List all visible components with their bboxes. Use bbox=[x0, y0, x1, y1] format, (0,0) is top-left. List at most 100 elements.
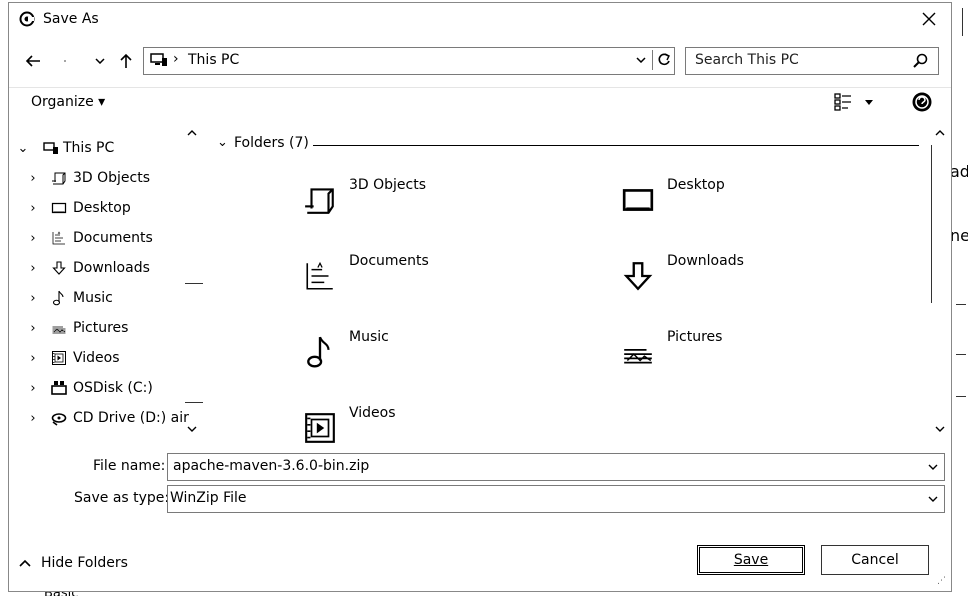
breadcrumb-separator-icon: › bbox=[173, 51, 179, 67]
chevron-right-icon[interactable]: › bbox=[25, 291, 41, 306]
change-view-button[interactable] bbox=[831, 91, 855, 113]
tree-item[interactable]: › Downloads bbox=[25, 253, 150, 283]
chevron-up-icon bbox=[187, 130, 197, 136]
tree-item-this-pc[interactable]: ⌄ This PC bbox=[15, 133, 115, 163]
chevron-down-icon bbox=[935, 426, 945, 432]
background-divider bbox=[956, 354, 966, 355]
view-options-dropdown[interactable] bbox=[861, 91, 877, 113]
file-name-input[interactable]: apache-maven-3.6.0-bin.zip bbox=[173, 458, 369, 474]
chevron-right-icon[interactable]: › bbox=[25, 321, 41, 336]
chevron-up-icon bbox=[935, 130, 945, 136]
folder-tile[interactable]: Downloads bbox=[615, 245, 915, 321]
chevron-down-icon[interactable]: ⌄ bbox=[217, 135, 228, 150]
save-as-type-label: Save as type: bbox=[74, 490, 170, 506]
address-dropdown-button[interactable] bbox=[632, 50, 650, 70]
tree-item-label: OSDisk (C:) bbox=[73, 380, 153, 396]
save-as-type-dropdown-button[interactable] bbox=[924, 490, 942, 508]
content-scroll-down-button[interactable] bbox=[933, 423, 947, 435]
save-as-type-select[interactable]: WinZip File bbox=[167, 485, 945, 513]
chevron-right-icon[interactable]: › bbox=[25, 201, 41, 216]
chevron-down-icon bbox=[636, 57, 646, 63]
tree-item[interactable]: › Desktop bbox=[25, 193, 131, 223]
music-note-icon bbox=[51, 290, 67, 306]
resize-grip[interactable]: ⋰ bbox=[937, 577, 946, 586]
chevron-down-icon bbox=[95, 58, 105, 64]
organize-menu-button[interactable]: Organize ▾ bbox=[31, 94, 105, 110]
tree-item-label: Downloads bbox=[73, 260, 150, 276]
forward-button[interactable] bbox=[53, 50, 77, 72]
tree-item-label: Music bbox=[73, 290, 113, 306]
folder-tile[interactable]: 3D Objects bbox=[297, 169, 597, 245]
picture-icon bbox=[621, 335, 655, 369]
cube-icon bbox=[303, 183, 337, 217]
title-bar: Save As bbox=[9, 3, 951, 35]
app-icon bbox=[19, 11, 35, 27]
address-divider bbox=[652, 50, 653, 70]
up-button[interactable] bbox=[115, 49, 137, 73]
chevron-down-icon[interactable]: ⌄ bbox=[15, 141, 31, 156]
tree-item-label: Desktop bbox=[73, 200, 131, 216]
help-button[interactable] bbox=[909, 89, 935, 115]
address-bar[interactable]: › This PC bbox=[143, 47, 675, 75]
tree-item-label: Pictures bbox=[73, 320, 129, 336]
tree-item-label: 3D Objects bbox=[73, 170, 151, 186]
tree-item[interactable]: › OSDisk (C:) bbox=[25, 373, 153, 403]
chevron-right-icon[interactable]: › bbox=[25, 231, 41, 246]
folder-label: Desktop bbox=[667, 177, 725, 193]
back-button[interactable] bbox=[21, 50, 45, 72]
toolbar-separator bbox=[9, 87, 951, 88]
nav-scrollbar-thumb[interactable] bbox=[185, 283, 203, 403]
hide-folders-button[interactable]: Hide Folders bbox=[19, 555, 128, 571]
download-icon bbox=[621, 259, 655, 293]
recent-locations-button[interactable] bbox=[91, 50, 109, 72]
close-icon bbox=[922, 12, 936, 26]
chevron-right-icon[interactable]: › bbox=[25, 171, 41, 186]
navigation-pane: ⌄ This PC › 3D Objects › Desktop › Documents ›… bbox=[9, 123, 209, 443]
refresh-button[interactable] bbox=[654, 50, 674, 70]
chevron-right-icon[interactable]: › bbox=[25, 381, 41, 396]
chevron-right-icon[interactable]: › bbox=[25, 351, 41, 366]
group-header-folders[interactable]: Folders (7) bbox=[234, 135, 309, 151]
folder-tile[interactable]: Documents bbox=[297, 245, 597, 321]
folder-tile[interactable]: Desktop bbox=[615, 169, 915, 245]
breadcrumb-this-pc[interactable]: This PC bbox=[188, 52, 239, 68]
search-box[interactable]: Search This PC bbox=[685, 47, 939, 75]
chevron-right-icon[interactable]: › bbox=[25, 261, 41, 276]
folder-label: Music bbox=[349, 329, 389, 345]
tree-item[interactable]: › 3D Objects bbox=[25, 163, 150, 193]
this-pc-icon bbox=[43, 141, 59, 155]
save-as-type-value: WinZip File bbox=[170, 490, 247, 506]
folder-label: Downloads bbox=[667, 253, 744, 269]
folder-tile[interactable]: Music bbox=[297, 321, 597, 397]
tree-item[interactable]: › Music bbox=[25, 283, 113, 313]
caret-down-icon bbox=[865, 99, 873, 105]
cancel-button[interactable]: Cancel bbox=[821, 545, 929, 575]
folder-tile[interactable]: Pictures bbox=[615, 321, 915, 397]
background-text-fragment: ne bbox=[950, 226, 968, 245]
tree-item-label: CD Drive (D:) air bbox=[73, 410, 189, 426]
file-name-field[interactable]: apache-maven-3.6.0-bin.zip bbox=[167, 453, 945, 481]
nav-scroll-up-button[interactable] bbox=[185, 127, 199, 139]
close-button[interactable] bbox=[915, 7, 943, 31]
this-pc-icon bbox=[150, 53, 168, 67]
tree-item-label: Videos bbox=[73, 350, 120, 366]
content-scrollbar-thumb[interactable] bbox=[931, 145, 948, 303]
arrow-right-icon bbox=[64, 60, 66, 62]
content-scroll-up-button[interactable] bbox=[933, 127, 947, 139]
cancel-button-label: Cancel bbox=[851, 552, 899, 568]
document-icon bbox=[51, 230, 67, 246]
tree-item[interactable]: › Videos bbox=[25, 343, 120, 373]
tree-item[interactable]: › Pictures bbox=[25, 313, 128, 343]
group-header-rule bbox=[313, 145, 919, 146]
video-icon bbox=[51, 350, 67, 366]
tree-item[interactable]: › CD Drive (D:) air bbox=[25, 403, 189, 433]
file-name-dropdown-button[interactable] bbox=[924, 458, 942, 476]
hide-folders-label: Hide Folders bbox=[41, 555, 128, 571]
drive-icon bbox=[51, 380, 67, 396]
search-input[interactable]: Search This PC bbox=[695, 52, 799, 68]
save-button[interactable]: Save bbox=[697, 545, 805, 575]
chevron-right-icon[interactable]: › bbox=[25, 411, 41, 426]
view-details-icon bbox=[834, 93, 851, 111]
tree-item[interactable]: › Documents bbox=[25, 223, 152, 253]
arrow-up-icon bbox=[120, 53, 132, 68]
